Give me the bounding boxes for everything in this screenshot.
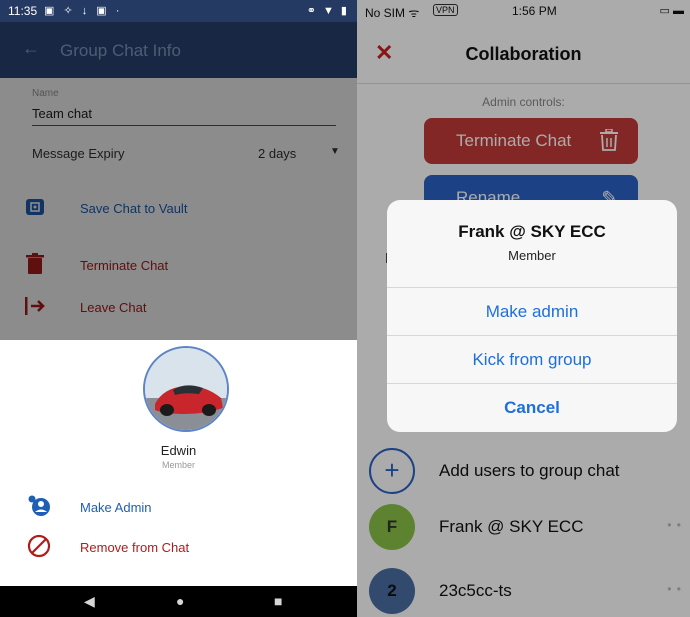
member-bottom-sheet: Edwin Member Make Admin Remove from Chat bbox=[0, 340, 357, 586]
block-icon bbox=[26, 534, 52, 560]
remove-from-chat-label: Remove from Chat bbox=[80, 540, 190, 555]
make-admin-button[interactable]: Make admin bbox=[387, 287, 677, 335]
android-status-bar: 11:35 ▣ ✧ ↓ ▣ · ⚭ ▼ ▮ bbox=[0, 0, 357, 22]
android-screen: 11:35 ▣ ✧ ↓ ▣ · ⚭ ▼ ▮ ← Group Chat Info … bbox=[0, 0, 357, 617]
alert-title: Frank @ SKY ECC bbox=[458, 222, 606, 241]
kick-from-group-button[interactable]: Kick from group bbox=[387, 335, 677, 383]
admin-badge-icon bbox=[26, 494, 52, 520]
remove-from-chat-button[interactable]: Remove from Chat bbox=[26, 534, 346, 562]
status-system-icons: ⚭ ▼ ▮ bbox=[306, 5, 349, 17]
make-admin-button[interactable]: Make Admin bbox=[26, 494, 346, 522]
member-role: Member bbox=[161, 460, 195, 470]
ios-screen: No SIM ᯤ VPN 1:56 PM ▭ ▬ ✕ Collaboration… bbox=[357, 0, 690, 617]
nav-recents-icon[interactable]: ■ bbox=[274, 593, 282, 609]
member-avatar-car-photo bbox=[143, 346, 229, 432]
status-time: 11:35 bbox=[8, 4, 38, 18]
nav-home-icon[interactable]: ● bbox=[176, 593, 184, 609]
make-admin-label: Make Admin bbox=[80, 500, 152, 515]
member-name: Edwin bbox=[160, 443, 197, 458]
nav-back-icon[interactable]: ◀ bbox=[84, 593, 95, 610]
alert-message: Member bbox=[508, 248, 556, 263]
status-notification-icons: ▣ ✧ ↓ ▣ · bbox=[44, 5, 123, 17]
member-action-alert: Frank @ SKY ECC Member Make admin Kick f… bbox=[387, 200, 677, 432]
android-nav-bar: ◀ ● ■ bbox=[0, 586, 357, 617]
cancel-button[interactable]: Cancel bbox=[387, 383, 677, 431]
modal-scrim[interactable] bbox=[0, 22, 357, 340]
